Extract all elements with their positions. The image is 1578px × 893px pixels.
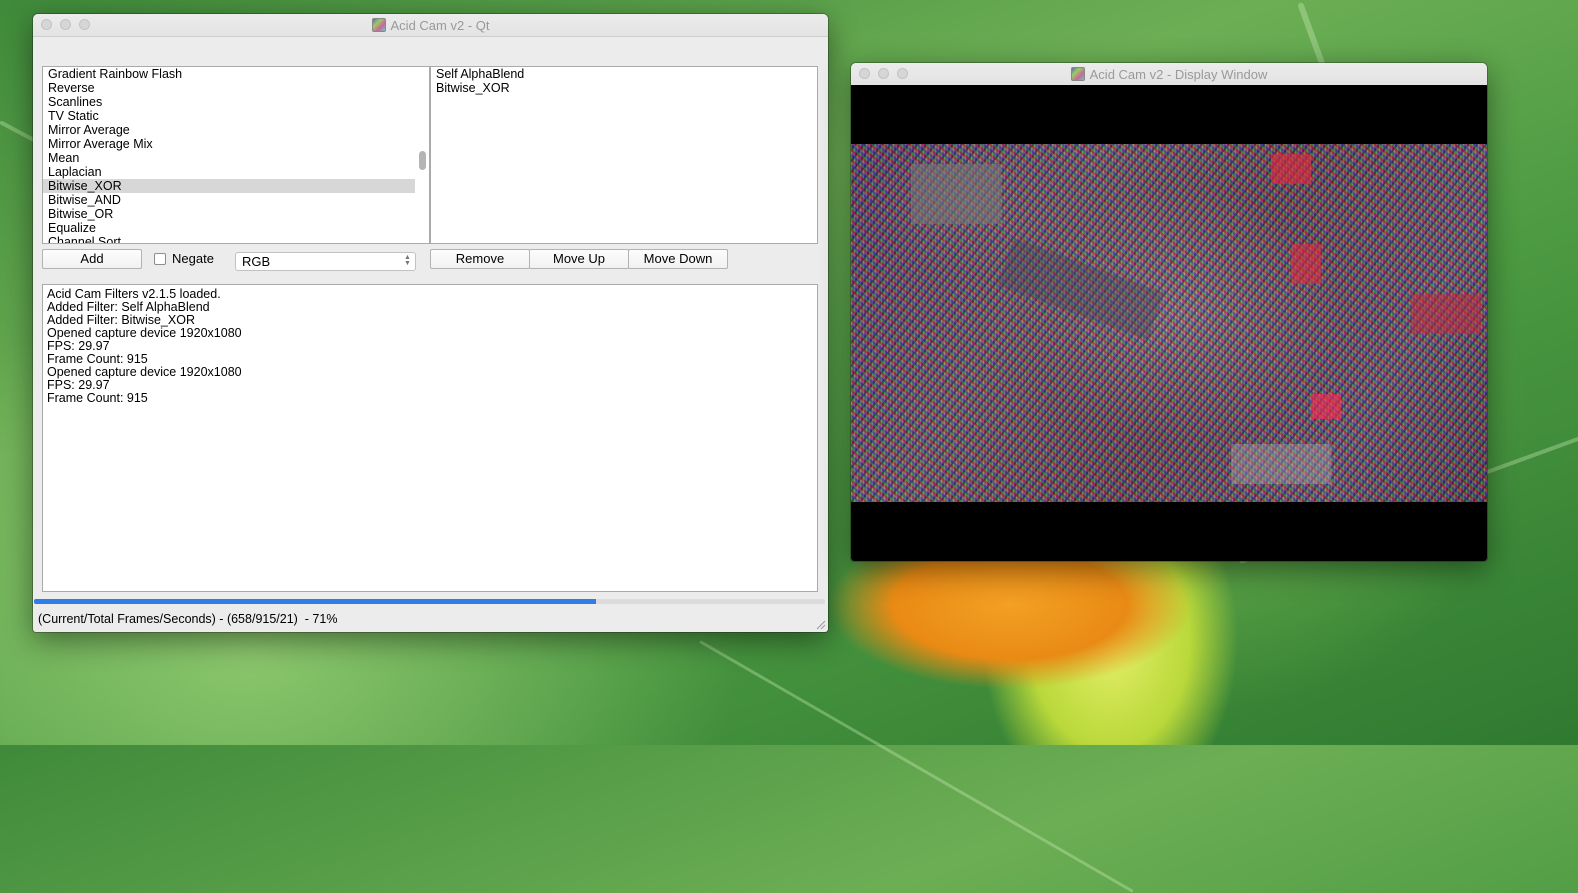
display-titlebar[interactable]: Acid Cam v2 - Display Window xyxy=(851,63,1487,86)
filter-list-item[interactable]: Channel Sort xyxy=(43,235,429,243)
color-mode-value: RGB xyxy=(242,254,271,269)
display-window-title: Acid Cam v2 - Display Window xyxy=(1089,66,1268,82)
active-filter-list[interactable]: Self AlphaBlend Bitwise_XOR xyxy=(430,66,818,244)
minimize-button[interactable] xyxy=(878,68,889,79)
app-icon xyxy=(1070,67,1085,81)
progress-bar xyxy=(34,599,825,604)
display-window: Acid Cam v2 - Display Window xyxy=(851,63,1487,561)
filter-list-item[interactable]: Laplacian xyxy=(43,165,429,179)
main-window: Acid Cam v2 - Qt Gradient Rainbow Flash R… xyxy=(33,14,828,632)
log-line: Frame Count: 915 xyxy=(47,391,148,405)
log-line: Opened capture device 1920x1080 xyxy=(47,326,242,340)
close-button[interactable] xyxy=(859,68,870,79)
active-filter-item[interactable]: Bitwise_XOR xyxy=(431,81,817,95)
filter-list-item[interactable]: Scanlines xyxy=(43,95,429,109)
filter-list-item[interactable]: Gradient Rainbow Flash xyxy=(43,67,429,81)
move-up-button[interactable]: Move Up xyxy=(529,249,629,269)
resize-grip-icon[interactable] xyxy=(816,620,826,630)
add-button[interactable]: Add xyxy=(42,249,142,269)
checkbox-box[interactable] xyxy=(154,252,166,265)
filter-list-item[interactable]: TV Static xyxy=(43,109,429,123)
filter-list-scrollbar[interactable] xyxy=(415,67,429,243)
filter-list-item[interactable]: Bitwise_AND xyxy=(43,193,429,207)
video-frame xyxy=(851,144,1487,502)
log-output[interactable]: Acid Cam Filters v2.1.5 loaded. Added Fil… xyxy=(42,284,818,592)
filter-list-item[interactable]: Bitwise_OR xyxy=(43,207,429,221)
close-button[interactable] xyxy=(41,19,52,30)
filter-list-item[interactable]: Equalize xyxy=(43,221,429,235)
active-filter-item[interactable]: Self AlphaBlend xyxy=(431,67,817,81)
log-line: Opened capture device 1920x1080 xyxy=(47,365,242,379)
toolbar xyxy=(33,37,828,65)
negate-checkbox[interactable]: Negate xyxy=(154,251,214,266)
app-icon xyxy=(371,18,386,32)
log-line: FPS: 29.97 xyxy=(47,378,110,392)
filter-list-item[interactable]: Mean xyxy=(43,151,429,165)
minimize-button[interactable] xyxy=(60,19,71,30)
remove-button[interactable]: Remove xyxy=(430,249,530,269)
filter-list-item[interactable]: Mirror Average Mix xyxy=(43,137,429,151)
zoom-button[interactable] xyxy=(79,19,90,30)
scrollbar-thumb[interactable] xyxy=(419,151,426,170)
progress-fill xyxy=(34,599,596,604)
main-titlebar[interactable]: Acid Cam v2 - Qt xyxy=(33,14,828,37)
window-title: Acid Cam v2 - Qt xyxy=(390,17,490,33)
status-text: (Current/Total Frames/Seconds) - (658/91… xyxy=(38,612,338,626)
move-down-button[interactable]: Move Down xyxy=(628,249,728,269)
filter-list-item[interactable]: Mirror Average xyxy=(43,123,429,137)
log-line: FPS: 29.97 xyxy=(47,339,110,353)
filter-list-item[interactable]: Bitwise_XOR xyxy=(43,179,415,193)
negate-label: Negate xyxy=(172,251,214,266)
filter-list[interactable]: Gradient Rainbow Flash Reverse Scanlines TV… xyxy=(42,66,430,244)
chevron-updown-icon: ▲ ▼ xyxy=(404,254,411,267)
filter-list-item[interactable]: Reverse xyxy=(43,81,429,95)
zoom-button[interactable] xyxy=(897,68,908,79)
color-mode-select[interactable]: RGB ▲ ▼ xyxy=(235,252,416,271)
video-display xyxy=(851,85,1487,561)
